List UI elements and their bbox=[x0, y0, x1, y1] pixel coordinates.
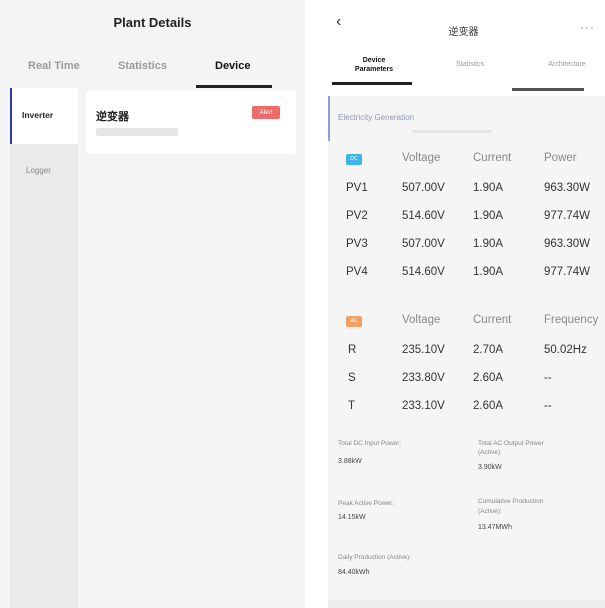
ac-row-name: R bbox=[348, 344, 357, 356]
ac-row-voltage: 233.10V bbox=[402, 400, 445, 412]
sidebar-item-label: Logger bbox=[26, 166, 51, 175]
tab-bar: Real Time Statistics Device bbox=[0, 44, 305, 88]
tab-device-parameters[interactable]: Device Parameters bbox=[344, 56, 404, 74]
total-ac-output-label: Total AC Output Power bbox=[478, 440, 544, 447]
peak-active-power-label: Peak Active Power: bbox=[338, 500, 394, 507]
dc-row-name: PV4 bbox=[346, 266, 368, 278]
tab-device[interactable]: Device bbox=[215, 60, 250, 72]
tab-label-line2: Parameters bbox=[354, 66, 394, 73]
tab-label-line1: Device bbox=[362, 57, 386, 64]
ac-row-frequency: 50.02Hz bbox=[544, 344, 587, 356]
active-indicator bbox=[10, 88, 12, 144]
ac-header-current: Current bbox=[473, 314, 512, 326]
page-title: Plant Details bbox=[113, 15, 192, 30]
cumulative-production-label: Cumulative Production bbox=[478, 498, 544, 505]
dc-row-power: 963.30W bbox=[544, 238, 591, 250]
ac-header-voltage: Voltage bbox=[402, 314, 441, 326]
dc-row-current: 1.90A bbox=[473, 210, 504, 222]
cumulative-production-label-2: (Active): bbox=[478, 508, 502, 515]
dc-row-voltage: 507.00V bbox=[402, 238, 445, 250]
ac-row-name: T bbox=[348, 400, 356, 412]
dc-row-name: PV1 bbox=[346, 182, 368, 194]
electricity-generation-panel: Electricity Generation DC Voltage Curren… bbox=[328, 96, 605, 608]
device-serial-blurred bbox=[96, 128, 178, 136]
tab-statistics[interactable]: Statistics bbox=[440, 60, 500, 69]
sidebar-item-inverter[interactable]: Inverter bbox=[10, 88, 78, 144]
ac-row-current: 2.70A bbox=[473, 344, 504, 356]
ac-badge: AC bbox=[346, 316, 362, 327]
total-dc-input-value: 3.88kW bbox=[338, 458, 362, 465]
tab-statistics[interactable]: Statistics bbox=[118, 60, 167, 72]
ac-row-voltage: 235.10V bbox=[402, 344, 445, 356]
sidebar-item-label: Inverter bbox=[22, 110, 54, 120]
sidebar-item-logger[interactable]: Logger bbox=[10, 144, 78, 200]
tab-architecture[interactable]: Architecture bbox=[532, 60, 602, 69]
ac-row-frequency: -- bbox=[544, 400, 552, 412]
ac-header-frequency: Frequency bbox=[544, 314, 599, 326]
total-ac-output-label-2: (Active): bbox=[478, 449, 502, 456]
total-ac-output-value: 3.90kW bbox=[478, 464, 502, 471]
section-title: Electricity Generation bbox=[338, 113, 415, 122]
dc-row-name: PV2 bbox=[346, 210, 368, 222]
active-tab-indicator bbox=[332, 82, 412, 85]
dc-row-voltage: 514.60V bbox=[402, 210, 445, 222]
cumulative-production-value: 13.47MWh bbox=[478, 524, 512, 531]
header: ‹ 逆变器 ··· bbox=[322, 0, 605, 46]
ac-row-frequency: -- bbox=[544, 372, 552, 384]
dc-row-name: PV3 bbox=[346, 238, 368, 250]
header: Plant Details bbox=[0, 0, 305, 44]
peak-active-power-value: 14.15kW bbox=[338, 514, 366, 521]
next-section-hint bbox=[328, 600, 605, 608]
ac-row-voltage: 233.80V bbox=[402, 372, 445, 384]
tab-real-time[interactable]: Real Time bbox=[28, 60, 80, 72]
inverter-detail-screen: ‹ 逆变器 ··· Device Parameters Statistics A… bbox=[322, 0, 605, 608]
page-title: 逆变器 bbox=[448, 27, 479, 38]
daily-production-label: Daily Production (Active): bbox=[338, 554, 411, 561]
section-accent bbox=[328, 96, 330, 141]
dc-header-power: Power bbox=[544, 152, 577, 164]
dc-row-voltage: 514.60V bbox=[402, 266, 445, 278]
status-badge: Alert bbox=[252, 106, 280, 119]
dc-row-current: 1.90A bbox=[473, 238, 504, 250]
tab-bar: Device Parameters Statistics Architectur… bbox=[322, 46, 605, 91]
total-dc-input-label: Total DC Input Power: bbox=[338, 440, 402, 447]
ac-row-current: 2.60A bbox=[473, 372, 504, 384]
more-dots-icon[interactable]: ··· bbox=[580, 20, 595, 34]
dc-row-voltage: 507.00V bbox=[402, 182, 445, 194]
dc-row-power: 963.30W bbox=[544, 182, 591, 194]
device-name: 逆变器 bbox=[96, 111, 129, 123]
dc-row-current: 1.90A bbox=[473, 182, 504, 194]
dc-row-current: 1.90A bbox=[473, 266, 504, 278]
ac-row-name: S bbox=[348, 372, 356, 384]
scroll-indicator bbox=[512, 88, 584, 91]
device-card-inverter[interactable]: 逆变器 Alert bbox=[86, 90, 296, 154]
dc-row-power: 977.74W bbox=[544, 210, 591, 222]
dc-header-current: Current bbox=[473, 152, 512, 164]
daily-production-value: 84.40kWh bbox=[338, 569, 370, 576]
section-subtitle-blurred bbox=[412, 130, 492, 133]
dc-row-power: 977.74W bbox=[544, 266, 591, 278]
ac-row-current: 2.60A bbox=[473, 400, 504, 412]
device-type-sidebar: Inverter Logger bbox=[10, 88, 78, 608]
dc-header-voltage: Voltage bbox=[402, 152, 441, 164]
plant-details-screen: Plant Details Real Time Statistics Devic… bbox=[0, 0, 305, 608]
dc-badge: DC bbox=[346, 154, 362, 165]
active-tab-indicator bbox=[196, 85, 272, 88]
